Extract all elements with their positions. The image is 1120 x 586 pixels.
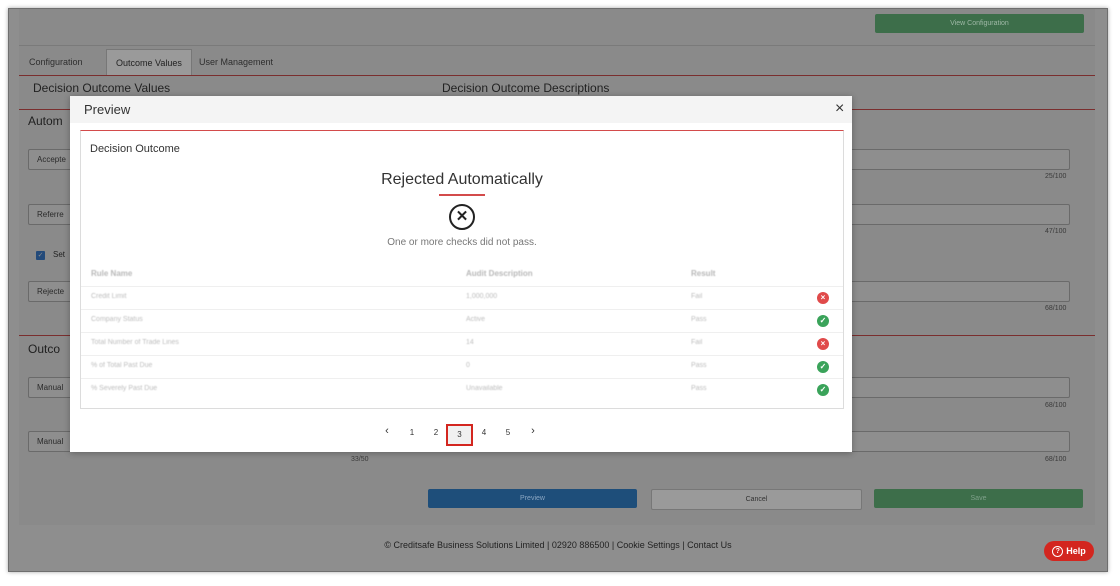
chevron-right-icon[interactable]: › <box>526 425 540 437</box>
referred-description-input[interactable] <box>849 204 1070 225</box>
page-4[interactable]: 4 <box>477 428 491 437</box>
table-header: Rule Name Audit Description Result <box>81 269 843 283</box>
audit-description: Unavailable <box>466 385 503 392</box>
column-header: Rule Name <box>91 269 133 278</box>
close-icon[interactable]: × <box>835 101 844 117</box>
result: Pass <box>691 362 707 369</box>
page-1[interactable]: 1 <box>405 428 419 437</box>
set-checkbox[interactable]: ✓ <box>36 251 45 260</box>
audit-description: Active <box>466 316 486 323</box>
tab-outcome-values[interactable]: Outcome Values <box>106 49 192 76</box>
char-counter: 68/100 <box>1045 456 1067 463</box>
save-button[interactable]: Save <box>874 489 1083 508</box>
card-title: Decision Outcome <box>90 143 180 155</box>
fail-icon: × <box>817 338 829 350</box>
x-circle-icon: ✕ <box>449 204 475 230</box>
pass-icon: ✓ <box>817 384 829 396</box>
rule-name: Credit Limit <box>91 293 127 300</box>
result-title: Rejected Automatically <box>381 171 543 188</box>
pass-icon: ✓ <box>817 361 829 373</box>
section-title: Autom <box>28 114 63 128</box>
char-counter: 25/100 <box>1045 173 1067 180</box>
rule-name: Company Status <box>91 316 143 323</box>
table-row: Company Status Active Pass ✓ <box>81 309 843 333</box>
question-icon: ? <box>1052 546 1064 557</box>
result: Pass <box>691 385 707 392</box>
table-row: Total Number of Trade Lines 14 Fail × <box>81 332 843 356</box>
decision-outcome-descriptions-heading: Decision Outcome Descriptions <box>442 81 610 95</box>
audit-description: 1,000,000 <box>466 293 498 300</box>
char-counter: 68/100 <box>1045 402 1067 409</box>
view-configuration-button[interactable]: View Configuration <box>875 14 1084 33</box>
decision-outcome-card: Decision Outcome Rejected Automatically … <box>80 130 844 409</box>
manual-description-input-1[interactable] <box>849 377 1070 398</box>
audit-description: 0 <box>466 362 470 369</box>
result: Fail <box>691 339 703 346</box>
manual-description-input-2[interactable] <box>849 431 1070 452</box>
help-button[interactable]: ? Help <box>1044 541 1094 561</box>
decision-outcome-values-heading: Decision Outcome Values <box>33 81 171 95</box>
rule-name: Total Number of Trade Lines <box>91 339 179 346</box>
footer: © Creditsafe Business Solutions Limited … <box>384 540 732 550</box>
result-underline <box>439 194 485 196</box>
help-label: Help <box>1066 546 1086 556</box>
checkbox-label: Set <box>53 250 66 259</box>
result-subtitle: One or more checks did not pass. <box>387 237 537 248</box>
result: Fail <box>691 293 703 300</box>
preview-button[interactable]: Preview <box>428 489 637 508</box>
section-title: Outco <box>28 342 61 356</box>
audit-description: 14 <box>466 339 474 346</box>
page-3-current[interactable]: 3 <box>446 424 473 446</box>
result: Pass <box>691 316 707 323</box>
rejected-description-input[interactable] <box>849 281 1070 302</box>
accepted-description-input[interactable] <box>849 149 1070 170</box>
page-2[interactable]: 2 <box>429 428 443 437</box>
tab-underline <box>19 75 1095 76</box>
table-row: Credit Limit 1,000,000 Fail × <box>81 286 843 310</box>
pass-icon: ✓ <box>817 315 829 327</box>
column-header: Result <box>691 269 716 278</box>
tab-bar: Configuration Outcome Values User Manage… <box>19 49 1095 76</box>
chevron-left-icon[interactable]: ‹ <box>380 425 394 437</box>
modal-header: Preview × <box>70 96 852 123</box>
cancel-button[interactable]: Cancel <box>651 489 862 510</box>
preview-modal: Preview × Decision Outcome Rejected Auto… <box>70 96 852 452</box>
fail-icon: × <box>817 292 829 304</box>
char-counter: 33/50 <box>351 456 369 463</box>
tab-user-management[interactable]: User Management <box>199 49 273 75</box>
rule-name: % of Total Past Due <box>91 362 153 369</box>
column-header: Audit Description <box>466 269 533 278</box>
table-row: % Severely Past Due Unavailable Pass ✓ <box>81 378 843 402</box>
char-counter: 47/100 <box>1045 228 1067 235</box>
modal-title: Preview <box>84 102 131 117</box>
rule-name: % Severely Past Due <box>91 385 158 392</box>
tab-configuration[interactable]: Configuration <box>29 49 83 75</box>
char-counter: 68/100 <box>1045 305 1067 312</box>
page-5[interactable]: 5 <box>501 428 515 437</box>
divider <box>19 45 1095 46</box>
table-row: % of Total Past Due 0 Pass ✓ <box>81 355 843 379</box>
